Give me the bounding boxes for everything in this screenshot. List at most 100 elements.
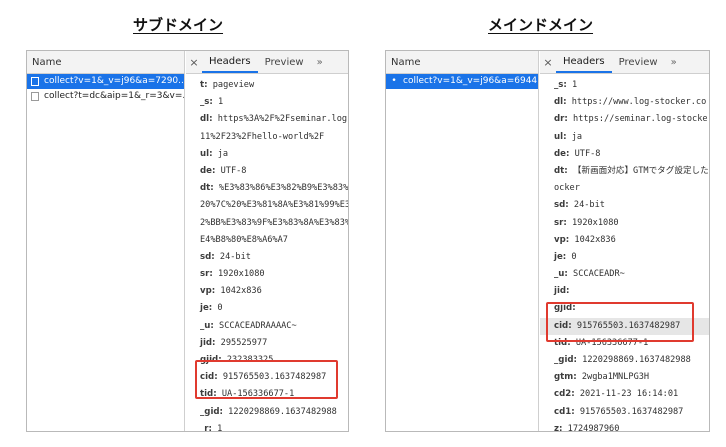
header-key: cid: xyxy=(200,372,218,383)
header-row: 11%2F23%2Fhello-world%2F xyxy=(186,129,348,146)
header-row: _gid: 1220298869.1637482988 xyxy=(186,404,348,421)
header-row: je: 0 xyxy=(186,300,348,317)
header-key: _u: xyxy=(554,269,568,280)
header-value: SCCACEADRAAAAC~ xyxy=(219,320,297,331)
header-key: dl: xyxy=(554,97,567,108)
header-key: t: xyxy=(200,80,208,90)
header-row: de: UTF-8 xyxy=(186,163,348,180)
more-tabs-icon[interactable]: » xyxy=(665,51,683,73)
header-value: 1 xyxy=(217,423,223,431)
tab-preview[interactable]: Preview xyxy=(612,51,665,73)
detail-tabs: × Headers Preview » xyxy=(186,51,348,74)
header-rows: _s: 1 dl: https://www.log-stocker.co dr: h… xyxy=(540,74,709,431)
header-value: 11%2F23%2Fhello-world%2F xyxy=(200,131,325,142)
request-name: collect?v=1&_v=j96&a=7290... xyxy=(44,76,184,86)
name-column-header[interactable]: Name xyxy=(386,51,538,74)
header-row: cid: 915765503.1637482987 xyxy=(540,317,709,335)
header-key: _gid: xyxy=(200,406,223,417)
request-list: Name collect?v=1&_v=j96&a=7290... collec… xyxy=(27,51,185,431)
header-key: dt: xyxy=(200,183,214,194)
close-icon[interactable]: × xyxy=(186,51,202,73)
header-value: E4%B8%80%E8%A6%A7 xyxy=(200,234,288,245)
tab-headers[interactable]: Headers xyxy=(202,51,258,73)
header-value: ja xyxy=(217,148,229,159)
header-row: ocker xyxy=(540,180,709,197)
header-row: _u: SCCACEADRAAAAC~ xyxy=(186,318,348,335)
header-row: z: 1724987960 xyxy=(540,421,709,431)
request-row[interactable]: • collect?v=1&_v=j96&a=6944... xyxy=(386,74,538,89)
header-value: 24-bit xyxy=(573,200,605,211)
caption-main-domain: メインドメイン xyxy=(488,16,594,34)
header-value: UTF-8 xyxy=(220,165,247,176)
detail-tabs: × Headers Preview » xyxy=(540,51,709,74)
header-row: _s: 1 xyxy=(540,77,709,94)
header-key: vp: xyxy=(554,234,570,245)
header-key: je: xyxy=(554,251,567,262)
header-row: dr: https://seminar.log-stocke xyxy=(540,111,709,128)
header-row: ul: ja xyxy=(540,129,709,146)
header-key: vp: xyxy=(200,286,216,297)
name-column-header[interactable]: Name xyxy=(27,51,184,74)
header-value: SCCACEADR~ xyxy=(573,269,625,280)
header-value: ja xyxy=(571,131,583,142)
header-value: 915765503.1637482987 xyxy=(579,406,684,417)
header-value: 1220298869.1637482988 xyxy=(228,406,337,417)
header-row: 2%BB%E3%83%9F%E3%83%8A%E3%83% xyxy=(186,215,348,232)
header-key: gjid: xyxy=(554,303,576,314)
header-row: sr: 1920x1080 xyxy=(540,215,709,232)
header-key: sr: xyxy=(200,269,213,280)
header-value: 0 xyxy=(571,251,577,262)
close-icon[interactable]: × xyxy=(540,51,556,73)
header-key: sd: xyxy=(554,200,569,211)
header-value: UA-156336677-1 xyxy=(221,389,295,400)
header-key: dt: xyxy=(554,165,568,176)
header-value: 295525977 xyxy=(220,337,268,348)
request-list: Name • collect?v=1&_v=j96&a=6944... xyxy=(386,51,539,431)
request-name: collect?v=1&_v=j96&a=6944... xyxy=(403,76,538,86)
header-value: 【新画面対応】GTMでタグ設定した後の xyxy=(572,165,709,176)
request-row[interactable]: collect?t=dc&aip=1&_r=3&v=... xyxy=(27,89,184,104)
header-row: jid: xyxy=(540,283,709,300)
header-key: _u: xyxy=(200,320,214,331)
tab-preview[interactable]: Preview xyxy=(258,51,311,73)
header-value: 2021-11-23 16:14:01 xyxy=(579,389,679,400)
tab-headers[interactable]: Headers xyxy=(556,51,612,73)
checkbox-icon xyxy=(31,92,39,101)
header-key: _s: xyxy=(554,80,567,90)
header-row: gjid: xyxy=(540,300,709,317)
devtools-panel-main-domain: Name • collect?v=1&_v=j96&a=6944... × He… xyxy=(385,50,710,432)
header-key: gjid: xyxy=(200,355,222,365)
request-row[interactable]: collect?v=1&_v=j96&a=7290... xyxy=(27,74,184,89)
header-row: dl: https%3A%2F%2Fseminar.log- xyxy=(186,111,348,128)
request-detail: × Headers Preview » t: pageview _s: 1 dl: … xyxy=(186,51,348,431)
header-value: https%3A%2F%2Fseminar.log- xyxy=(217,114,348,125)
more-tabs-icon[interactable]: » xyxy=(311,51,329,73)
header-value: 24-bit xyxy=(219,251,251,262)
header-value: 1042x836 xyxy=(574,234,616,245)
header-value: 915765503.1637482987 xyxy=(576,320,681,331)
header-row: sd: 24-bit xyxy=(186,249,348,266)
header-value: ocker xyxy=(554,183,580,194)
header-rows: t: pageview _s: 1 dl: https%3A%2F%2Fsemina… xyxy=(186,74,348,431)
header-key: tid: xyxy=(554,337,571,348)
header-value: 2wgba1MNLPG3H xyxy=(581,372,650,383)
header-key: ul: xyxy=(200,148,213,159)
header-key: sr: xyxy=(554,217,567,228)
header-row: t: pageview xyxy=(186,77,348,94)
header-value: https://www.log-stocker.co xyxy=(571,97,707,108)
header-key: de: xyxy=(554,148,570,159)
header-row: vp: 1042x836 xyxy=(540,232,709,249)
header-row: dl: https://www.log-stocker.co xyxy=(540,94,709,111)
header-key: sd: xyxy=(200,251,215,262)
header-key: cid: xyxy=(554,320,572,331)
header-row: vp: 1042x836 xyxy=(186,283,348,300)
header-value: 1042x836 xyxy=(220,286,262,297)
header-key: _gid: xyxy=(554,355,577,365)
header-key: jid: xyxy=(200,337,216,348)
bullet-icon: • xyxy=(391,76,397,86)
request-detail: × Headers Preview » _s: 1 dl: https://www… xyxy=(540,51,709,431)
header-value: UA-156336677-1 xyxy=(575,337,649,348)
header-row: _gid: 1220298869.1637482988 xyxy=(540,352,709,369)
header-key: je: xyxy=(200,303,213,314)
header-row: cd2: 2021-11-23 16:14:01 xyxy=(540,386,709,403)
